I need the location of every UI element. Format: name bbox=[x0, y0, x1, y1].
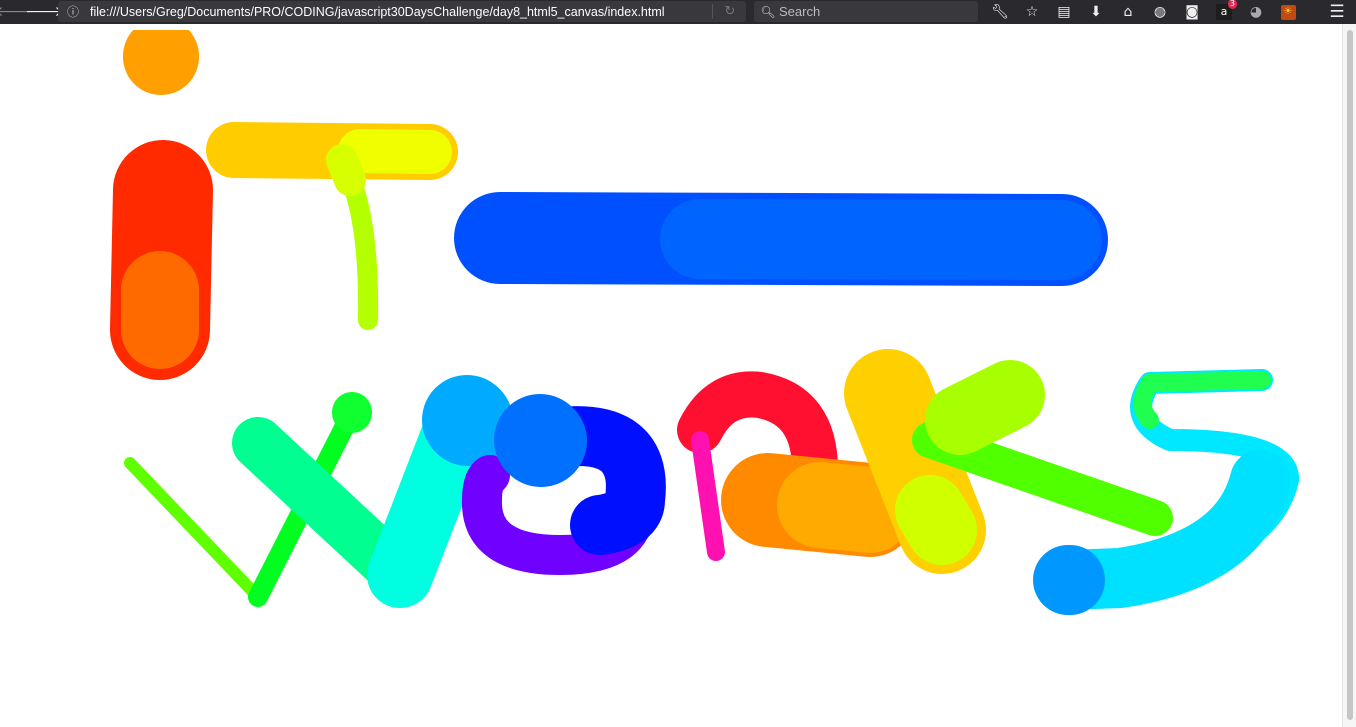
addon-badge: 3 bbox=[1227, 0, 1237, 9]
paint-stroke bbox=[691, 431, 725, 561]
back-icon[interactable]: 🡐 bbox=[0, 0, 33, 24]
bookmark-star-icon[interactable]: ☆ bbox=[1016, 0, 1048, 24]
page-scrollbar[interactable] bbox=[1342, 24, 1356, 727]
reading-list-icon[interactable]: ▤ bbox=[1048, 0, 1080, 24]
paint-stroke bbox=[494, 394, 587, 487]
search-input[interactable]: Search bbox=[779, 4, 820, 19]
paint-stroke bbox=[422, 375, 513, 466]
home-icon[interactable]: ⌂ bbox=[1112, 0, 1144, 24]
forward-icon[interactable]: 🡒 bbox=[25, 0, 63, 24]
url-bar[interactable]: ⓘ file:///Users/Greg/Documents/PRO/CODIN… bbox=[58, 1, 746, 22]
menu-icon[interactable]: ☰ bbox=[1322, 0, 1352, 24]
pocket-icon[interactable]: ◙ bbox=[1176, 0, 1208, 24]
eye-addon-icon[interactable]: ◕ bbox=[1240, 0, 1272, 24]
paint-stroke bbox=[660, 199, 1102, 280]
toolbar-icons: 🔧︎ ☆ ▤ ⬇ ⌂ ◍ ◙ a 3 ◕ ☀ bbox=[984, 0, 1304, 24]
amazon-addon-icon[interactable]: a 3 bbox=[1208, 0, 1240, 24]
globe-icon[interactable]: ◍ bbox=[1144, 0, 1176, 24]
paint-stroke bbox=[895, 475, 977, 565]
paint-stroke bbox=[777, 462, 913, 553]
paint-stroke bbox=[326, 144, 366, 196]
drawing-canvas[interactable] bbox=[0, 30, 1342, 727]
paint-stroke bbox=[1133, 371, 1271, 429]
search-icon: 🔍︎ bbox=[760, 4, 776, 19]
paint-stroke bbox=[338, 129, 452, 174]
browser-toolbar: 🡐 🡒 ⓘ file:///Users/Greg/Documents/PRO/C… bbox=[0, 0, 1356, 24]
url-text[interactable]: file:///Users/Greg/Documents/PRO/CODING/… bbox=[90, 5, 665, 19]
sun-addon-logo: ☀ bbox=[1280, 4, 1296, 20]
sun-addon-icon[interactable]: ☀ bbox=[1272, 0, 1304, 24]
urlbar-divider bbox=[712, 4, 713, 19]
info-icon[interactable]: ⓘ bbox=[64, 0, 82, 24]
scrollbar-thumb[interactable] bbox=[1347, 30, 1353, 720]
wrench-icon[interactable]: 🔧︎ bbox=[984, 0, 1016, 24]
paint-stroke bbox=[925, 360, 1045, 455]
download-icon[interactable]: ⬇ bbox=[1080, 0, 1112, 24]
paint-stroke bbox=[124, 457, 264, 603]
search-bar[interactable]: 🔍︎ Search bbox=[754, 1, 978, 22]
reload-icon[interactable]: ↻ bbox=[718, 1, 742, 22]
